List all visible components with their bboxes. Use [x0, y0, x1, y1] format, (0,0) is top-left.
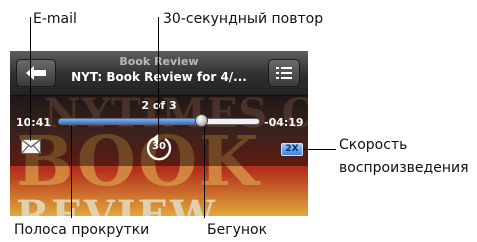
mail-icon[interactable]	[21, 139, 41, 154]
leader-scrubber	[71, 126, 72, 218]
elapsed-time: 10:41	[16, 116, 52, 129]
callout-speed: Скорость воспроизведения	[339, 136, 469, 177]
speed-button[interactable]: 2X	[281, 143, 303, 156]
scrubber-progress	[59, 119, 201, 124]
navigation-bar: Book Review NYT: Book Review for 4/...	[10, 51, 308, 96]
leader-speed	[303, 149, 336, 150]
callout-email: E-mail	[33, 11, 77, 27]
remaining-time: -04:19	[264, 116, 304, 129]
repeat-30-button[interactable]: 30	[144, 132, 174, 162]
leader-repeat	[158, 17, 159, 133]
episode-title: NYT: Book Review for 4/...	[71, 70, 247, 84]
callout-speed-line2: воспроизведения	[339, 160, 469, 176]
leader-playhead	[204, 127, 205, 218]
podcast-player-screen: NYTIMES.COM BOOK REVIEW Book Review NYT:…	[10, 51, 308, 216]
episode-subtitle: Book Review	[119, 55, 199, 68]
leader-email	[30, 17, 31, 141]
playhead[interactable]	[194, 114, 208, 127]
artwork-text-review: REVIEW	[16, 192, 217, 216]
callout-scrubber: Полоса прокрутки	[14, 222, 150, 238]
callout-playhead: Бегунок	[207, 222, 268, 238]
callout-repeat: 30-секундный повтор	[163, 11, 324, 27]
callout-speed-line1: Скорость	[339, 137, 408, 153]
scrubber-bar[interactable]	[58, 118, 260, 125]
track-counter: 2 of 3	[141, 99, 177, 112]
repeat-label: 30	[152, 141, 166, 152]
list-icon	[276, 67, 292, 79]
list-button[interactable]	[268, 59, 300, 87]
